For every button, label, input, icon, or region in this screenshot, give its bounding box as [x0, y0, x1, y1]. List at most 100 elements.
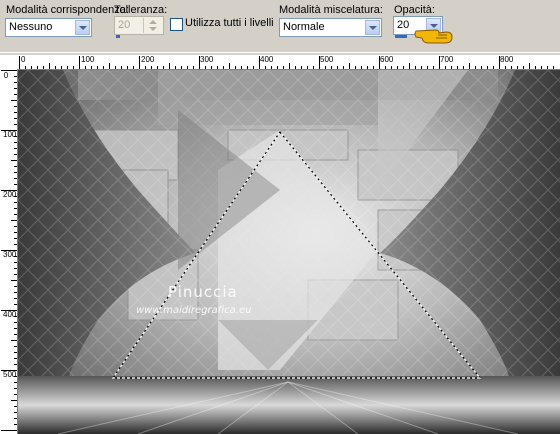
ruler-tick: [319, 56, 320, 69]
ruler-tick: [499, 56, 500, 69]
ruler-label: 300: [200, 55, 214, 64]
ruler-tick: [127, 66, 128, 69]
ruler-tick: [11, 100, 17, 101]
ruler-tick: [451, 66, 452, 69]
ruler-tick: [349, 63, 350, 69]
ruler-tick: [403, 66, 404, 69]
ruler-tick: [445, 66, 446, 69]
ruler-tick: [14, 358, 17, 359]
ruler-label: 200: [3, 190, 17, 199]
ruler-tick: [14, 262, 17, 263]
ruler-label: 400: [260, 55, 274, 64]
ruler-tick: [469, 63, 470, 69]
ruler-tick: [14, 166, 17, 167]
ruler-tick: [1, 430, 17, 431]
ruler-tick: [14, 112, 17, 113]
ruler-tick: [14, 388, 17, 389]
ruler-tick: [14, 154, 17, 155]
ruler-tick: [14, 328, 17, 329]
ruler-tick: [235, 66, 236, 69]
opacity-slider[interactable]: [395, 35, 407, 38]
chevron-down-icon[interactable]: [365, 20, 380, 35]
ruler-tick: [73, 66, 74, 69]
ruler-tick: [14, 148, 17, 149]
ruler-tick: [277, 66, 278, 69]
horizontal-ruler: 0 100 200 300 400 500 600 700 800: [0, 55, 560, 70]
ruler-tick: [313, 66, 314, 69]
ruler-label: 500: [3, 370, 17, 379]
ruler-label: 400: [3, 310, 17, 319]
ruler-tick: [14, 424, 17, 425]
ruler-tick: [169, 63, 170, 69]
ruler-label: 600: [380, 55, 394, 64]
ruler-tick: [14, 118, 17, 119]
ruler-tick: [463, 66, 464, 69]
ruler-label: 100: [3, 130, 17, 139]
ruler-tick: [103, 66, 104, 69]
ruler-tick: [529, 63, 530, 69]
ruler-tick: [337, 66, 338, 69]
ruler-tick: [14, 412, 17, 413]
ruler-tick: [14, 88, 17, 89]
ruler-tick: [14, 304, 17, 305]
ruler-tick: [79, 56, 80, 69]
pointing-hand-icon: [414, 29, 453, 44]
all-layers-checkbox[interactable]: [170, 18, 183, 31]
ruler-tick: [343, 66, 344, 69]
ruler-tick: [331, 66, 332, 69]
ruler-tick: [37, 66, 38, 69]
ruler-tick: [14, 298, 17, 299]
ruler-tick: [199, 56, 200, 69]
ruler-tick: [475, 66, 476, 69]
ruler-tick: [259, 56, 260, 69]
canvas-artwork: [18, 70, 560, 434]
ruler-tick: [11, 280, 17, 281]
ruler-tick: [14, 172, 17, 173]
tolerance-slider[interactable]: [116, 35, 120, 38]
ruler-tick: [385, 66, 386, 69]
watermark-site: www.maidiregrafica.eu: [136, 305, 252, 316]
ruler-tick: [14, 208, 17, 209]
blend-mode-label: Modalità miscelatura:: [279, 4, 383, 16]
ruler-tick: [175, 66, 176, 69]
match-mode-select[interactable]: Nessuno: [5, 18, 92, 37]
spinner-arrows-icon[interactable]: [143, 18, 162, 33]
ruler-tick: [14, 394, 17, 395]
ruler-tick: [211, 66, 212, 69]
tolerance-spinner[interactable]: 20: [114, 16, 164, 35]
ruler-tick: [67, 66, 68, 69]
ruler-tick: [541, 66, 542, 69]
ruler-tick: [14, 346, 17, 347]
chevron-down-icon[interactable]: [75, 20, 90, 35]
ruler-tick: [553, 66, 554, 69]
ruler-tick: [247, 66, 248, 69]
ruler-tick: [55, 66, 56, 69]
ruler-tick: [517, 66, 518, 69]
ruler-tick: [145, 66, 146, 69]
ruler-tick: [14, 382, 17, 383]
ruler-tick: [379, 56, 380, 69]
ruler-tick: [205, 66, 206, 69]
ruler-tick: [373, 66, 374, 69]
opacity-label: Opacità:: [394, 4, 435, 16]
ruler-tick: [49, 63, 50, 69]
ruler-tick: [14, 202, 17, 203]
ruler-tick: [11, 340, 17, 341]
ruler-tick: [14, 178, 17, 179]
ruler-tick: [355, 66, 356, 69]
ruler-tick: [109, 63, 110, 69]
image-canvas[interactable]: Pinuccia www.maidiregrafica.eu: [18, 70, 560, 434]
ruler-tick: [14, 106, 17, 107]
ruler-tick: [421, 66, 422, 69]
ruler-tick: [433, 66, 434, 69]
ruler-tick: [43, 66, 44, 69]
ruler-label: 200: [141, 55, 155, 64]
ruler-tick: [14, 406, 17, 407]
ruler-tick: [25, 66, 26, 69]
blend-mode-select[interactable]: Normale: [279, 18, 382, 37]
ruler-tick: [97, 66, 98, 69]
ruler-tick: [505, 66, 506, 69]
ruler-tick: [301, 66, 302, 69]
ruler-label: 0: [21, 55, 26, 64]
ruler-tick: [11, 220, 17, 221]
